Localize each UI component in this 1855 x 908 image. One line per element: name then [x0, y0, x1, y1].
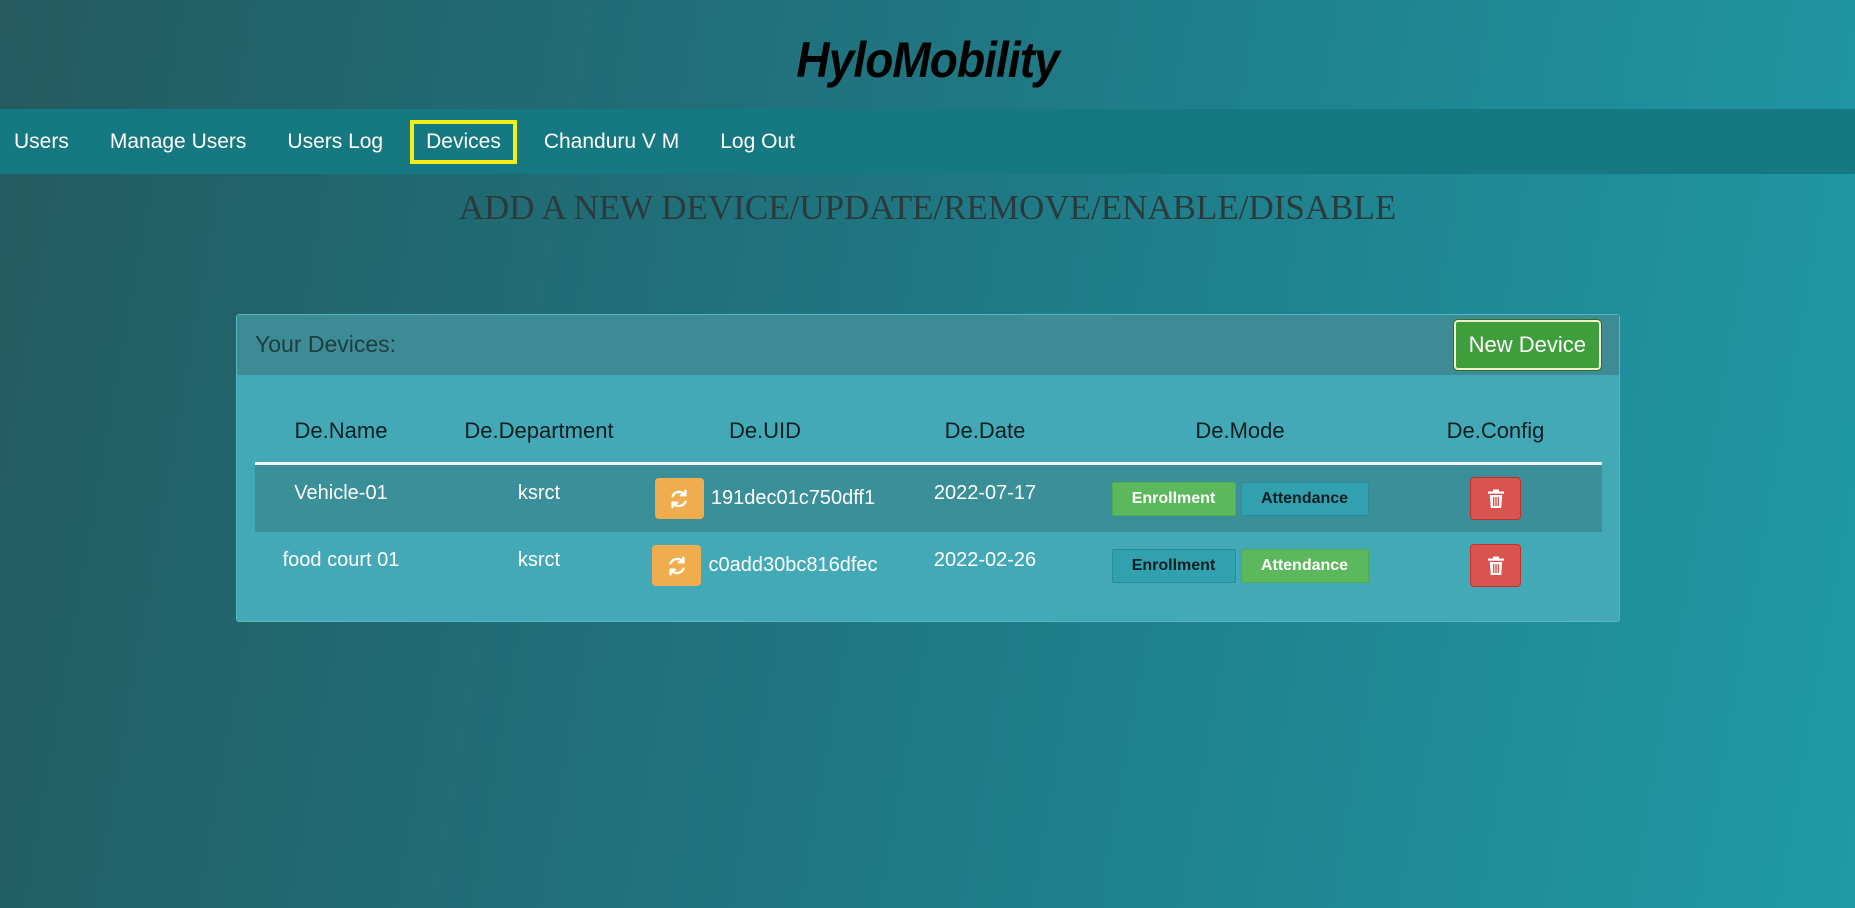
- nav-item-manage-users[interactable]: Manage Users: [96, 120, 261, 164]
- refresh-icon: [671, 489, 687, 508]
- column-header-uid: De.UID: [651, 399, 879, 465]
- enrollment-mode-button[interactable]: Enrollment: [1111, 481, 1236, 516]
- nav-item-log-out[interactable]: Log Out: [706, 120, 809, 164]
- panel-header: Your Devices: New Device: [237, 315, 1619, 375]
- device-department: ksrct: [517, 549, 561, 571]
- table-row: Vehicle-01 ksrct 191dec01c750dff1 2022-0…: [255, 463, 1602, 532]
- enrollment-mode-button[interactable]: Enrollment: [1111, 548, 1236, 583]
- trash-icon: [1487, 556, 1504, 575]
- refresh-icon: [669, 556, 685, 575]
- device-uid: c0add30bc816dfec: [708, 554, 878, 576]
- device-name: food court 01: [282, 549, 400, 571]
- device-uid: 191dec01c750dff1: [710, 487, 876, 509]
- column-header-mode: De.Mode: [1091, 399, 1389, 465]
- delete-device-button[interactable]: [1470, 544, 1521, 587]
- new-device-button[interactable]: New Device: [1453, 319, 1601, 370]
- brand-header: HyloMobility: [0, 0, 1855, 109]
- nav-item-devices[interactable]: Devices: [410, 119, 517, 164]
- device-date: 2022-07-17: [933, 482, 1037, 504]
- panel-title: Your Devices:: [255, 331, 397, 357]
- device-date: 2022-02-26: [933, 549, 1037, 571]
- refresh-uid-button[interactable]: [654, 478, 704, 519]
- refresh-uid-button[interactable]: [652, 545, 702, 586]
- devices-panel: Your Devices: New Device De.Name De.Depa…: [236, 314, 1620, 622]
- brand-title: HyloMobility: [796, 31, 1059, 88]
- attendance-mode-button[interactable]: Attendance: [1240, 481, 1369, 516]
- column-header-config: De.Config: [1389, 399, 1602, 465]
- nav-item-users[interactable]: Users: [0, 120, 83, 164]
- nav-item-users-log[interactable]: Users Log: [273, 120, 397, 164]
- trash-icon: [1487, 489, 1504, 508]
- page-heading: ADD A NEW DEVICE/UPDATE/REMOVE/ENABLE/DI…: [458, 188, 1397, 227]
- table-header-row: De.Name De.Department De.UID De.Date De.…: [255, 399, 1602, 465]
- column-header-name: De.Name: [255, 399, 427, 465]
- table-row: food court 01 ksrct c0add30bc816dfec 202…: [255, 532, 1602, 599]
- delete-device-button[interactable]: [1470, 477, 1521, 520]
- top-navbar: Users Manage Users Users Log Devices Cha…: [0, 109, 1855, 174]
- column-header-date: De.Date: [879, 399, 1091, 465]
- device-department: ksrct: [517, 482, 561, 504]
- attendance-mode-button[interactable]: Attendance: [1240, 548, 1369, 583]
- column-header-department: De.Department: [427, 399, 651, 465]
- devices-table: De.Name De.Department De.UID De.Date De.…: [255, 399, 1602, 599]
- device-name: Vehicle-01: [294, 482, 388, 504]
- nav-item-user-profile[interactable]: Chanduru V M: [530, 120, 693, 164]
